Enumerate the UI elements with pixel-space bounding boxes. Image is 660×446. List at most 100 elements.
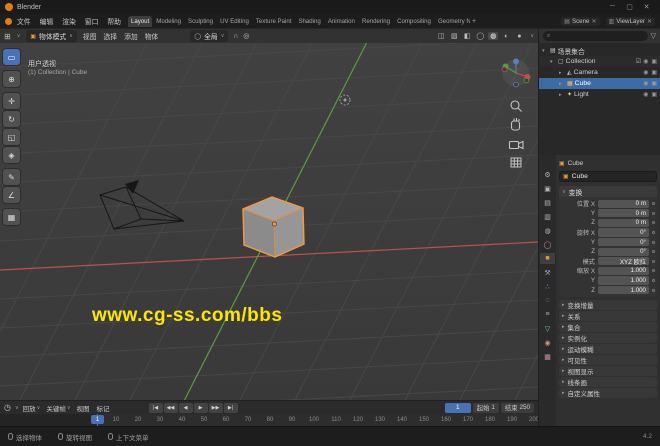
property-value-field[interactable]: 1.000: [598, 266, 649, 276]
properties-section-header[interactable]: ▸ 线条画: [559, 376, 657, 387]
maximize-button[interactable]: ▢: [621, 3, 638, 11]
visibility-eye-icon[interactable]: ◉: [643, 91, 648, 98]
editor-type-icon[interactable]: ⊞: [4, 32, 11, 41]
visibility-eye-icon[interactable]: ◉: [643, 58, 648, 65]
animate-dot-icon[interactable]: [652, 259, 655, 263]
timeline-menu[interactable]: 回放 ∨: [23, 403, 41, 413]
tab-texture[interactable]: ▦: [540, 351, 555, 362]
render-visibility-icon[interactable]: ▣: [651, 80, 657, 87]
filter-funnel-icon[interactable]: ▽: [651, 32, 656, 40]
properties-section-header[interactable]: ▸ 视图显示: [559, 365, 657, 376]
frame-start-field[interactable]: 起始 1: [472, 402, 499, 413]
outliner-row-cube[interactable]: ▸ ▦ Cube ◉ ▣: [539, 78, 660, 89]
light-object[interactable]: [339, 94, 351, 106]
property-value-field[interactable]: 0 m: [598, 209, 649, 218]
shading-material-icon[interactable]: ◐: [501, 33, 511, 40]
section-collapse-icon[interactable]: ▸: [562, 324, 565, 330]
timeline-menu[interactable]: 关键帧 ∨: [46, 403, 70, 413]
timeline-menu[interactable]: 标记: [97, 403, 111, 413]
workspace-tab[interactable]: Shading: [295, 16, 323, 27]
jump-end-button[interactable]: ▶|: [223, 402, 238, 413]
tool-add-cube[interactable]: ▦: [3, 209, 20, 225]
expand-arrow-icon[interactable]: ▾: [542, 48, 548, 54]
properties-section-header[interactable]: ▸ 运动模糊: [559, 343, 657, 354]
current-frame-field[interactable]: 1: [444, 402, 471, 413]
camera-view-icon[interactable]: [508, 140, 524, 150]
tool-scale[interactable]: ◱: [3, 129, 20, 145]
outliner-row-light[interactable]: ▸ ✦ Light ◉ ▣: [539, 89, 660, 100]
menu-item[interactable]: 渲染: [62, 16, 76, 26]
viewport-canvas[interactable]: [0, 43, 538, 400]
mode-dropdown[interactable]: ▣ 物体模式 ∨: [26, 30, 77, 42]
section-collapse-icon[interactable]: ▸: [562, 313, 565, 319]
menu-item[interactable]: 物体: [145, 31, 159, 41]
properties-section-header[interactable]: ▸ 变换增量: [559, 299, 657, 310]
section-expand-icon[interactable]: ∨: [562, 189, 566, 195]
tab-scene[interactable]: ◍: [540, 225, 555, 236]
clock-editor-icon[interactable]: ◷: [4, 403, 11, 412]
collection-checkbox-icon[interactable]: ☑: [636, 58, 641, 65]
property-value-field[interactable]: 0°: [598, 238, 649, 247]
animate-dot-icon[interactable]: [652, 250, 655, 254]
view-layer-selector[interactable]: ▥ ViewLayer ✕: [605, 16, 655, 26]
workspace-tab[interactable]: Compositing: [394, 16, 434, 27]
render-visibility-icon[interactable]: ▣: [651, 91, 657, 98]
animate-dot-icon[interactable]: [652, 202, 655, 206]
properties-section-header[interactable]: ▸ 关系: [559, 310, 657, 321]
animate-dot-icon[interactable]: [652, 221, 655, 225]
tab-render[interactable]: ▣: [540, 183, 555, 194]
animate-dot-icon[interactable]: [652, 211, 655, 215]
proportional-edit-icon[interactable]: ◎: [243, 32, 249, 40]
transform-panel-header[interactable]: ∨ 变换: [559, 186, 657, 197]
blender-menu-icon[interactable]: [5, 17, 12, 25]
jump-start-button[interactable]: |◀: [148, 402, 163, 413]
section-collapse-icon[interactable]: ▸: [562, 390, 565, 396]
animate-dot-icon[interactable]: [652, 240, 655, 244]
3d-viewport[interactable]: ▭ ⊕ ✛ ↻ ◱ ◈ ✎ ∠ ▦ 用户透视 (1) Collection | Cube www…: [0, 43, 538, 400]
outliner-row-camera[interactable]: ▸ ◭ Camera ◉ ▣: [539, 67, 660, 78]
unlink-view-layer-icon[interactable]: ✕: [647, 18, 652, 25]
menu-item[interactable]: 选择: [104, 31, 118, 41]
tool-transform[interactable]: ◈: [3, 147, 20, 163]
properties-section-header[interactable]: ▸ 集合: [559, 321, 657, 332]
outliner-search-input[interactable]: [552, 33, 644, 39]
expand-arrow-icon[interactable]: ▸: [559, 81, 565, 87]
tab-data[interactable]: ▽: [540, 323, 555, 334]
scene-selector[interactable]: ▤ Scene ✕: [561, 16, 600, 26]
tool-select-box[interactable]: ▭: [3, 49, 20, 65]
tab-constraints[interactable]: ≡: [540, 309, 555, 320]
tool-move[interactable]: ✛: [3, 93, 20, 109]
shading-solid-icon[interactable]: ◍: [488, 32, 499, 40]
menu-item[interactable]: 文件: [17, 16, 31, 26]
visibility-eye-icon[interactable]: ◉: [643, 80, 648, 87]
tool-annotate[interactable]: ✎: [3, 169, 20, 185]
navigation-gizmo[interactable]: [501, 58, 531, 88]
shading-rendered-icon[interactable]: ●: [514, 33, 524, 40]
section-collapse-icon[interactable]: ▸: [562, 357, 565, 363]
tool-measure[interactable]: ∠: [3, 187, 20, 203]
next-keyframe-button[interactable]: ▶▶: [208, 402, 223, 413]
section-collapse-icon[interactable]: ▸: [562, 335, 565, 341]
tab-view-layer[interactable]: ▥: [540, 211, 555, 222]
workspace-tab[interactable]: Modeling: [153, 16, 184, 27]
outliner-search-field[interactable]: ⌕: [543, 31, 648, 41]
pan-hand-icon[interactable]: [510, 118, 521, 131]
minimize-button[interactable]: ─: [604, 3, 621, 11]
show-gizmo-icon[interactable]: ◫: [436, 32, 446, 40]
property-value-field[interactable]: 0°: [598, 228, 649, 237]
menu-item[interactable]: 添加: [124, 31, 138, 41]
workspace-tab[interactable]: Geometry Nodes: [435, 16, 470, 27]
visibility-eye-icon[interactable]: ◉: [643, 69, 648, 76]
animate-dot-icon[interactable]: [652, 269, 655, 273]
property-value-field[interactable]: 0 m: [598, 199, 649, 208]
timeline-menu[interactable]: 视图: [77, 403, 91, 413]
animate-dot-icon[interactable]: [652, 288, 655, 292]
play-button[interactable]: ▶: [193, 402, 208, 413]
shading-wireframe-icon[interactable]: ◯: [475, 32, 485, 40]
close-button[interactable]: ✕: [638, 3, 655, 11]
menu-item[interactable]: 视图: [83, 31, 97, 41]
workspace-tab[interactable]: Texture Paint: [253, 16, 295, 27]
property-value-field[interactable]: 0°: [598, 247, 649, 256]
prev-keyframe-button[interactable]: ◀◀: [163, 402, 178, 413]
playhead-frame-badge[interactable]: 1: [91, 415, 104, 424]
